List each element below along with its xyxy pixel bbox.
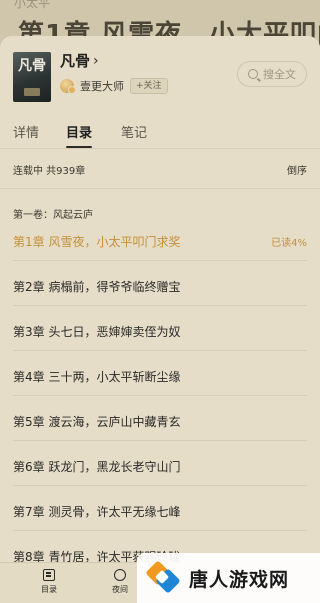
chapter-title: 第2章 病榻前，得爷爷临终赠宝	[13, 280, 181, 294]
author-name[interactable]: 壹更大师	[80, 78, 124, 94]
search-icon	[248, 69, 258, 79]
chapter-row[interactable]: 第2章 病榻前，得爷爷临终赠宝	[0, 261, 320, 306]
reverse-sort-button[interactable]: 倒序	[287, 162, 307, 177]
book-title: 凡骨	[60, 52, 91, 70]
book-cover[interactable]: 凡骨	[13, 52, 51, 102]
read-progress: 已读4%	[271, 238, 307, 249]
chapter-row[interactable]: 第7章 测灵骨，许太平无缘七峰	[0, 486, 320, 531]
status-divider	[0, 188, 320, 189]
catalog-status-row: 连载中 共939章 倒序	[0, 160, 320, 178]
night-icon	[114, 569, 126, 581]
chapter-title: 第4章 三十两，小太平斩断尘缘	[13, 370, 181, 384]
tab-notes[interactable]: 笔记	[121, 122, 147, 141]
catalog-sheet: 凡骨 凡骨 › 壹更大师 +关注 搜全文 详情 目录 笔记 连载中 共939章 …	[0, 36, 320, 603]
book-header: 凡骨 凡骨 › 壹更大师 +关注 搜全文	[0, 36, 320, 116]
chapter-row[interactable]: 第6章 跃龙门，黑龙长老守山门	[0, 441, 320, 486]
chapter-row[interactable]: 第1章 风雪夜，小太平叩门求奖 已读4%	[0, 216, 320, 261]
watermark-text: 唐人游戏网	[189, 568, 290, 591]
toolbar-catalog-label: 目录	[41, 585, 57, 594]
watermark-logo-icon	[145, 560, 181, 596]
chapter-title: 第7章 测灵骨，许太平无缘七峰	[13, 505, 181, 519]
serial-status: 连载中 共939章	[13, 166, 86, 177]
chapter-row[interactable]: 第5章 渡云海，云庐山中藏青玄	[0, 396, 320, 441]
tab-bar: 详情 目录 笔记	[0, 118, 320, 148]
toolbar-night-button[interactable]: 夜间	[100, 569, 140, 595]
tab-catalog[interactable]: 目录	[66, 122, 92, 141]
book-cover-seal	[24, 88, 40, 96]
author-row: 壹更大师 +关注	[60, 78, 168, 94]
chapter-row[interactable]: 第4章 三十两，小太平斩断尘缘	[0, 351, 320, 396]
toc-icon	[43, 569, 55, 581]
tab-divider	[0, 148, 320, 149]
author-avatar[interactable]	[60, 79, 76, 94]
site-watermark: 唐人游戏网	[137, 553, 320, 603]
chapter-title: 第3章 头七日，恶婶婶卖侄为奴	[13, 325, 181, 339]
search-full-text-button[interactable]: 搜全文	[237, 61, 307, 87]
chevron-right-icon: ›	[93, 52, 99, 69]
follow-button[interactable]: +关注	[130, 78, 168, 94]
chapter-title: 第1章 风雪夜，小太平叩门求奖	[13, 235, 181, 249]
book-cover-text: 凡骨	[18, 58, 46, 74]
reader-background-small-text: 小太平	[14, 0, 51, 10]
toolbar-night-label: 夜间	[112, 585, 128, 594]
tab-details[interactable]: 详情	[13, 122, 39, 141]
search-placeholder: 搜全文	[263, 68, 296, 81]
chapter-row[interactable]: 第3章 头七日，恶婶婶卖侄为奴	[0, 306, 320, 351]
book-title-link[interactable]: 凡骨 ›	[60, 50, 99, 71]
chapter-title: 第5章 渡云海，云庐山中藏青玄	[13, 415, 181, 429]
chapter-title: 第6章 跃龙门，黑龙长老守山门	[13, 460, 181, 474]
toolbar-catalog-button[interactable]: 目录	[29, 569, 69, 595]
